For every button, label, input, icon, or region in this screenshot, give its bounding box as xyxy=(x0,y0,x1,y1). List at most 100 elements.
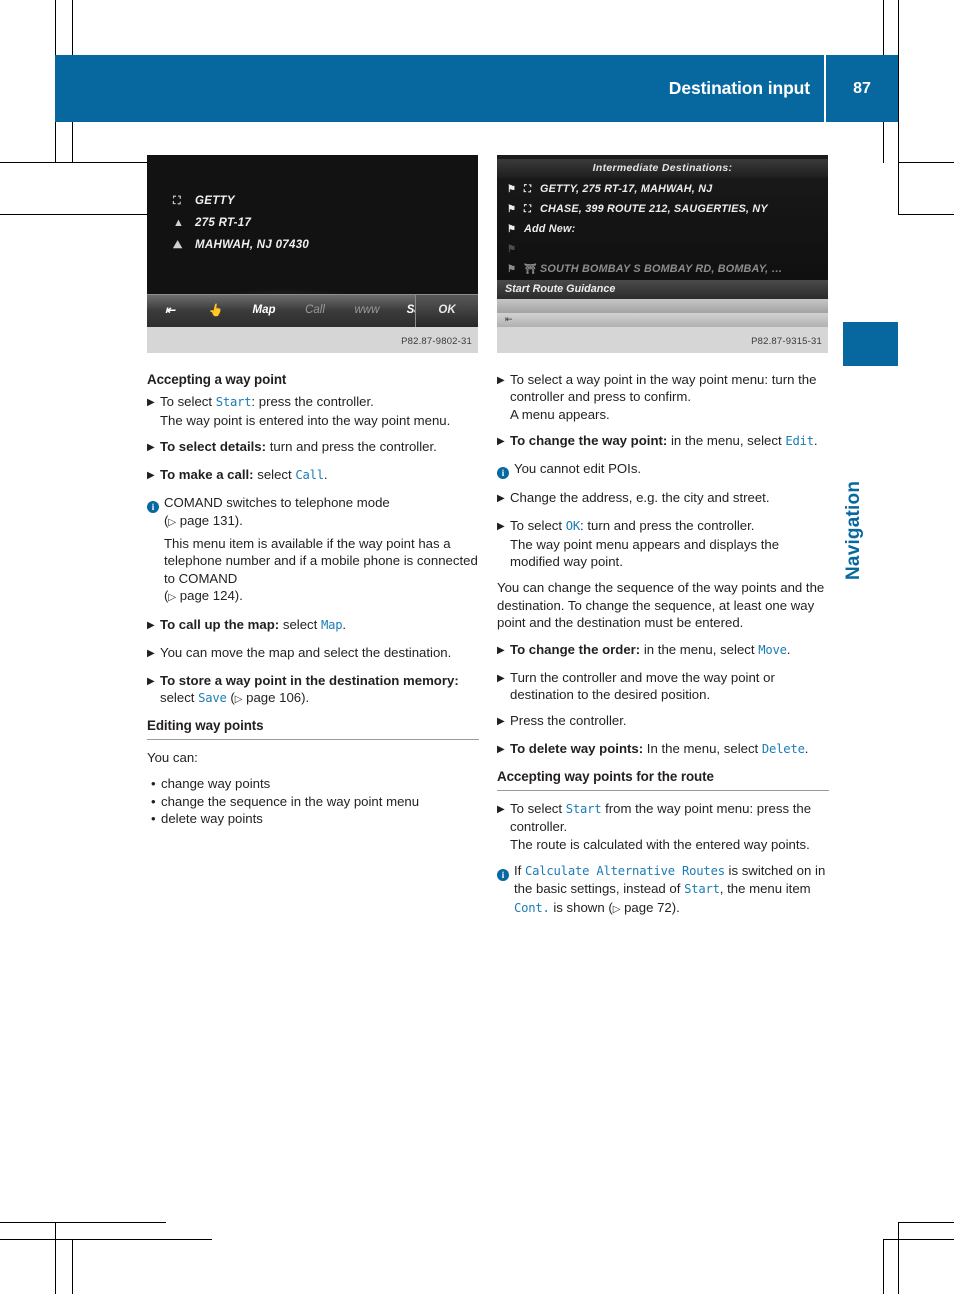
step-select-start-line2: The way point is entered into the way po… xyxy=(160,412,451,428)
step-store-way-point-after: ( xyxy=(226,690,235,706)
page-ref-124-text: page 124). xyxy=(176,588,243,604)
toolbar-call-button[interactable]: Call xyxy=(291,302,339,319)
waypoint-flag-icon: ⚑ xyxy=(507,224,517,236)
step-select-start-route-lead: To select xyxy=(510,800,566,816)
step-arrow-icon: ▶ xyxy=(147,397,155,409)
editing-options-list: change way points change the sequence in… xyxy=(147,775,479,828)
step-arrow-icon: ▶ xyxy=(497,716,505,728)
page-header-inner: Destination input 87 xyxy=(669,55,898,122)
screen-waypoint-list: ⚑ ⛶ GETTY, 275 RT-17, MAHWAH, NJ ⚑ ⛶ CHA… xyxy=(497,180,828,280)
step-arrow-icon: ▶ xyxy=(497,644,505,656)
left-lead-text: You can: xyxy=(147,749,198,765)
info-icon-glyph: i xyxy=(497,868,509,881)
bank-icon: ⛶ xyxy=(524,204,532,216)
list-item: change the sequence in the way point men… xyxy=(151,793,479,811)
step-arrow-icon: ▶ xyxy=(147,470,155,482)
step-press-controller-body: Press the controller. xyxy=(510,713,627,729)
step-move-map: ▶ You can move the map and select the de… xyxy=(147,644,479,663)
info-icon: i xyxy=(497,460,514,480)
info-note-calculate-alternative-routes: i If Calculate Alternative Routes is swi… xyxy=(497,862,829,918)
info-note-calculate-alternative-routes-body: If Calculate Alternative Routes is switc… xyxy=(514,862,829,918)
step-store-way-point-body: To store a way point in the destination … xyxy=(160,672,479,709)
ui-term-save: Save xyxy=(198,691,227,706)
waypoint-flag-icon: ⚑ xyxy=(507,184,517,196)
ui-term-move: Move xyxy=(758,642,787,657)
step-delete-way-points-text: In the menu, select xyxy=(643,741,762,757)
step-arrow-icon: ▶ xyxy=(497,493,505,505)
pointer-icon[interactable]: 👆 xyxy=(193,302,237,319)
step-change-way-point-after: . xyxy=(813,433,818,449)
page-ref-131: (▷ page 131). xyxy=(164,512,243,528)
chapter-tab-block xyxy=(843,322,898,366)
figure-caption-bar-right: P82.87-9315-31 xyxy=(497,327,828,353)
crop-mark-bottom-left-h2 xyxy=(0,1239,212,1240)
chapter-tab-label: Navigation xyxy=(843,480,864,580)
step-change-order-bold: To change the order: xyxy=(510,641,641,657)
page-ref-124: (▷ page 124). xyxy=(164,588,243,604)
waypoint-row-getty[interactable]: ⚑ ⛶ GETTY, 275 RT-17, MAHWAH, NJ xyxy=(497,180,828,200)
start-route-guidance-button[interactable]: Start Route Guidance xyxy=(497,280,828,299)
step-store-way-point-text: select xyxy=(160,690,199,706)
toolbar-map-button[interactable]: Map xyxy=(237,302,291,319)
info-note-telephone-mode-body: COMAND switches to telephone mode (▷ pag… xyxy=(164,494,479,606)
page-ref-131-text: page 131). xyxy=(176,512,243,528)
info2-lead: If xyxy=(514,863,525,878)
step-select-start-body: To select Start: press the controller. T… xyxy=(160,393,479,429)
step-arrow-icon: ▶ xyxy=(147,675,155,687)
step-arrow-icon: ▶ xyxy=(497,744,505,756)
step-select-way-point-body: To select a way point in the way point m… xyxy=(510,371,829,423)
step-move-map-body: You can move the map and select the dest… xyxy=(160,644,452,660)
step-make-a-call-text: select xyxy=(253,467,296,483)
crop-mark-top-right-h1 xyxy=(898,162,954,163)
step-press-controller: ▶ Press the controller. xyxy=(497,712,829,731)
crop-mark-bottom-left-v1 xyxy=(55,1222,56,1294)
step-select-start: ▶ To select Start: press the controller.… xyxy=(147,393,479,429)
step-turn-controller-body: Turn the controller and move the way poi… xyxy=(510,669,775,702)
step-arrow-icon: ▶ xyxy=(497,436,505,448)
crop-mark-bottom-left-v2 xyxy=(72,1239,73,1294)
ui-term-call: Call xyxy=(295,468,324,483)
comand-screen-detail: ⛶ GETTY ▲ 275 RT-17 ⛰ MAHWAH, NJ 07430 ⇤… xyxy=(147,155,478,327)
crop-mark-top-right-h2 xyxy=(898,214,954,215)
step-arrow-icon: ▶ xyxy=(147,619,155,631)
figure-caption-left: P82.87-9802-31 xyxy=(401,336,472,347)
crop-mark-top-left-h1 xyxy=(0,162,166,163)
waypoint-flag-icon: ⚑ xyxy=(507,204,517,216)
step-select-ok-after: : turn and press the controller. xyxy=(580,518,755,534)
info-icon: i xyxy=(147,494,164,606)
waypoint-row-getty-text: GETTY, 275 RT-17, MAHWAH, NJ xyxy=(540,183,713,196)
figure-caption-right: P82.87-9315-31 xyxy=(751,336,822,347)
waypoint-flag-icon: ⚑ xyxy=(507,244,517,256)
waypoint-row-destination[interactable]: ⚑ ⛩ SOUTH BOMBAY S BOMBAY RD, BOMBAY, … xyxy=(497,260,828,280)
step-store-way-point: ▶ To store a way point in the destinatio… xyxy=(147,672,479,709)
waypoint-row-destination-text: SOUTH BOMBAY S BOMBAY RD, BOMBAY, … xyxy=(540,263,783,276)
destination-flag-icon: ⚑ xyxy=(507,264,517,276)
screen-row-city: ⛰ MAHWAH, NJ 07430 xyxy=(173,235,309,257)
step-lead-text: To select xyxy=(160,394,216,410)
toolbar-www-button[interactable]: www xyxy=(339,302,395,319)
waypoint-row-chase[interactable]: ⚑ ⛶ CHASE, 399 ROUTE 212, SAUGERTIES, NY xyxy=(497,200,828,220)
ui-term-start: Start xyxy=(215,395,252,410)
waypoint-row-add-new[interactable]: ⚑ Add New: xyxy=(497,220,828,240)
back-arrow-icon[interactable]: ⇤ xyxy=(147,302,193,319)
toolbar-ok-button[interactable]: OK xyxy=(415,295,478,327)
crop-mark-top-right-v2 xyxy=(898,0,899,215)
waypoint-row-chase-text: CHASE, 399 ROUTE 212, SAUGERTIES, NY xyxy=(540,203,768,216)
info-icon-glyph: i xyxy=(147,500,159,513)
step-select-start-route: ▶ To select Start from the way point men… xyxy=(497,800,829,853)
screen-blank-strip xyxy=(497,299,828,313)
step-arrow-icon: ▶ xyxy=(497,375,505,386)
step-turn-controller: ▶ Turn the controller and move the way p… xyxy=(497,669,829,704)
step-change-order-text: in the menu, select xyxy=(640,641,759,657)
screen-address-rows: ⛶ GETTY ▲ 275 RT-17 ⛰ MAHWAH, NJ 07430 xyxy=(173,191,309,257)
step-change-way-point-body: To change the way point: in the menu, se… xyxy=(510,432,829,451)
crop-mark-bottom-right-v1 xyxy=(898,1222,899,1294)
step-select-details-bold: To select details: xyxy=(160,439,267,455)
info-line1: COMAND switches to telephone mode xyxy=(164,495,390,511)
step-change-address: ▶ Change the address, e.g. the city and … xyxy=(497,489,829,508)
back-arrow-icon[interactable]: ⇤ xyxy=(505,311,513,327)
ui-term-calculate-alternative-routes: Calculate Alternative Routes xyxy=(525,864,725,878)
step-change-order-body: To change the order: in the menu, select… xyxy=(510,641,829,660)
street-icon: ▲ xyxy=(173,217,185,230)
step-delete-way-points: ▶ To delete way points: In the menu, sel… xyxy=(497,740,829,759)
